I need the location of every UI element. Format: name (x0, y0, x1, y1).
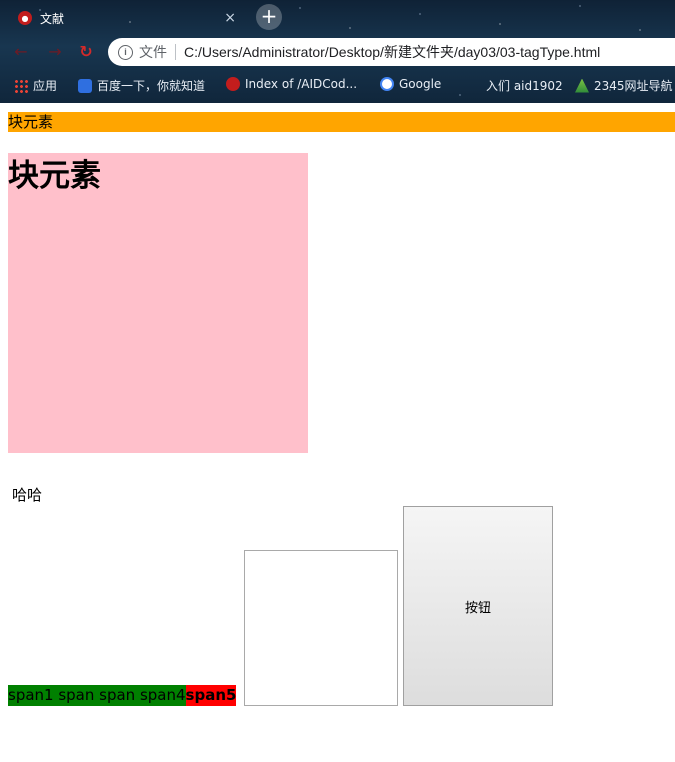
bookmark-baidu[interactable]: 百度一下，你就知道 (78, 77, 205, 94)
forward-button[interactable]: → (46, 43, 64, 61)
bookmark-2345[interactable]: 2345网址导航 (575, 77, 673, 94)
textarea-box[interactable] (244, 550, 398, 706)
2345-icon (575, 78, 589, 93)
bookmark-label: 入们 aid1902 (486, 79, 563, 93)
apps-grid-icon (14, 78, 28, 93)
url-separator (175, 44, 176, 60)
baidu-icon (78, 78, 92, 93)
address-bar[interactable]: i 文件 C:/Users/Administrator/Desktop/新建文件… (108, 38, 675, 66)
url-text[interactable]: C:/Users/Administrator/Desktop/新建文件夹/day… (184, 42, 600, 62)
bookmark-aid1902[interactable]: 入们 aid1902 (486, 77, 563, 94)
tab-close-icon[interactable]: × (224, 10, 236, 26)
tab-favicon-icon: ● (18, 11, 32, 25)
tab-title: 文献 (40, 11, 65, 26)
browser-tab[interactable]: ● 文献 × (8, 3, 248, 33)
inline-spans-row: span1 span span span4 span5 (8, 685, 237, 706)
green-spans: span1 span span span4 (8, 685, 186, 706)
pink-block-box: 块元素 (8, 153, 308, 453)
back-button[interactable]: ← (12, 43, 30, 61)
google-icon (380, 77, 394, 91)
new-tab-button[interactable]: + (256, 4, 282, 30)
aid-site-icon (226, 77, 240, 91)
bookmark-apps[interactable]: 应用 (14, 77, 57, 94)
span5-red: span5 (185, 685, 237, 706)
bookmarks-bar: 应用 百度一下，你就知道 Index of /AIDCod... Google … (0, 72, 675, 98)
submit-button[interactable]: 按钮 (403, 506, 553, 706)
bookmark-label: 2345网址导航 (594, 79, 673, 93)
browser-chrome: ● 文献 × + ← → ↻ i 文件 C:/Users/Administrat… (0, 0, 675, 103)
orange-block-element: 块元素 (8, 112, 675, 132)
bookmark-label: Google (399, 77, 442, 91)
haha-text: 哈哈 (12, 486, 43, 504)
bookmark-label: Index of /AIDCod... (245, 77, 358, 91)
reload-button[interactable]: ↻ (77, 43, 95, 61)
bookmark-index[interactable]: Index of /AIDCod... (226, 77, 357, 91)
bookmark-label: 应用 (33, 79, 58, 93)
bookmark-label: 百度一下，你就知道 (97, 79, 206, 93)
bookmark-google[interactable]: Google (380, 77, 441, 91)
info-icon[interactable]: i (118, 44, 133, 60)
url-scheme-label: 文件 (139, 44, 167, 60)
block-heading: 块元素 (8, 158, 101, 194)
